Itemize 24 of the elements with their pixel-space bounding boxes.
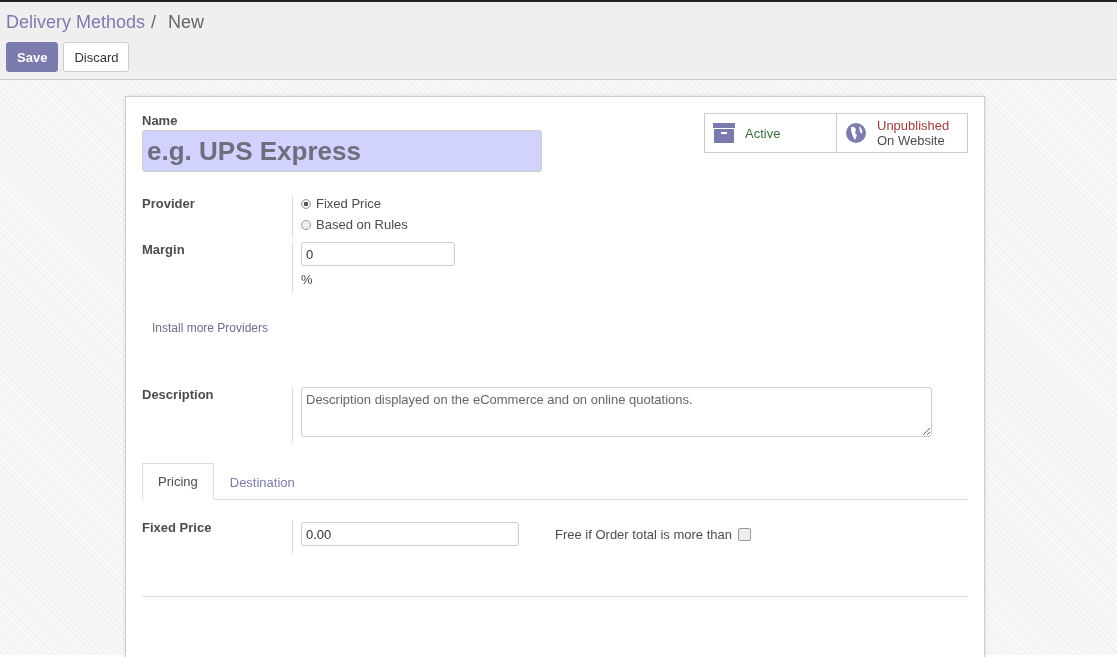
field-label: Provider (142, 196, 196, 213)
radio-option[interactable]: Fixed Price (301, 196, 382, 211)
description-field[interactable]: Description displayed on the eCommerce and on online quotations. (301, 387, 932, 437)
field-label: Description (142, 387, 215, 404)
field-label: Name (142, 113, 179, 128)
name-field[interactable]: e.g. UPS Express (142, 130, 542, 172)
unit-label: % (301, 272, 313, 287)
discard-button[interactable]: Discard (63, 42, 130, 72)
tab[interactable]: Destination (213, 463, 311, 500)
breadcrumb-link[interactable]: Delivery Methods (6, 12, 146, 33)
breadcrumb-separator: / (151, 12, 157, 33)
field-label: Margin (142, 242, 186, 259)
field-label: Free if Order total is more than (555, 526, 732, 542)
fixed-price-field[interactable]: 0.00 (301, 522, 519, 546)
radio-option[interactable]: Based on Rules (301, 217, 408, 232)
globe-icon (845, 122, 867, 144)
field-label: Fixed Price (142, 520, 213, 537)
breadcrumb-current: New (168, 12, 205, 33)
archive-box-icon (713, 123, 735, 143)
install-providers-link[interactable]: Install more Providers (152, 321, 968, 381)
checkbox[interactable] (738, 527, 751, 541)
tab[interactable]: Pricing (142, 463, 214, 500)
margin-field[interactable]: 0 (301, 242, 455, 266)
save-button[interactable]: Save (6, 42, 59, 72)
